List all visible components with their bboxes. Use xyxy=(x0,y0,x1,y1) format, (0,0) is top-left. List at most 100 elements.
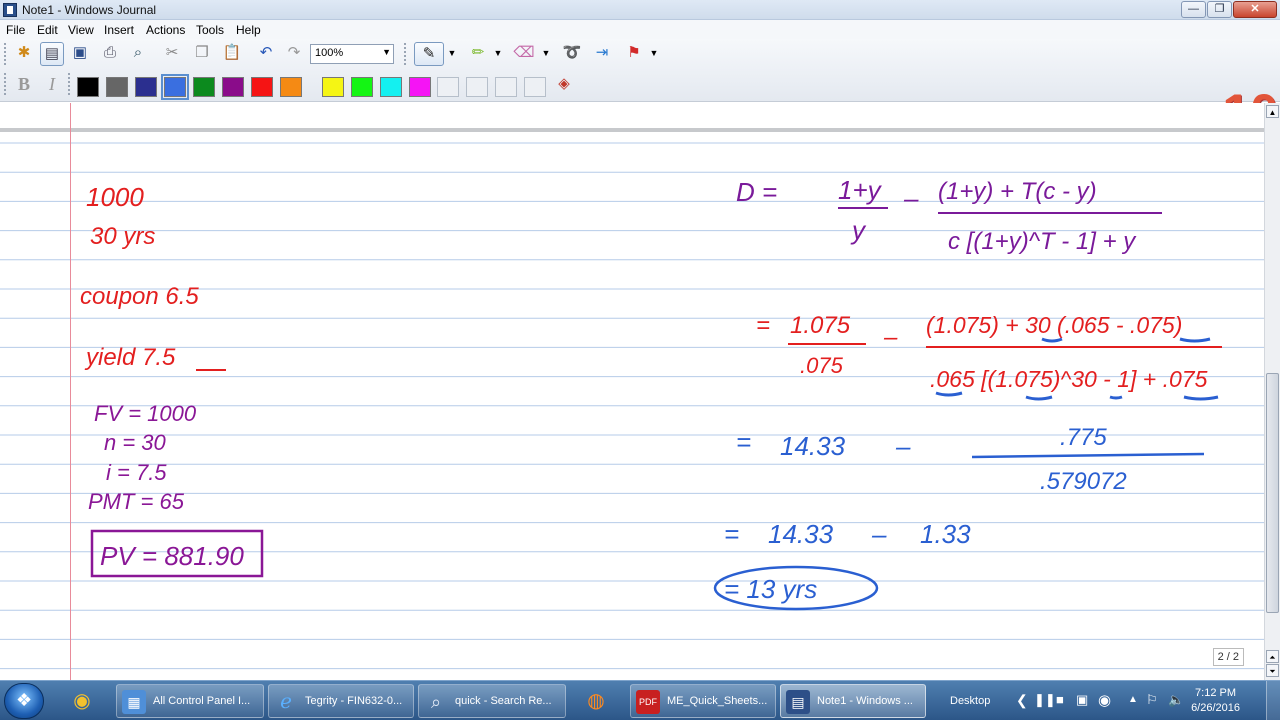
step1-minus: – xyxy=(883,324,898,351)
eraser-icon[interactable]: ⌫ xyxy=(512,42,536,66)
formula-term1-num: 1+y xyxy=(838,175,883,205)
color-swatch[interactable] xyxy=(351,77,373,97)
paste-icon[interactable]: 📋 xyxy=(220,42,244,66)
menu-file[interactable]: File xyxy=(6,23,25,37)
cut-icon[interactable]: ✂ xyxy=(160,42,184,66)
eraser-dropdown-icon[interactable]: ▼ xyxy=(540,42,552,66)
journal-page[interactable]: 1000 30 yrs coupon 6.5 yield 7.5 FV = 10… xyxy=(0,103,1264,680)
yield-note: yield 7.5 xyxy=(84,344,176,371)
step1-term2-num: (1.075) + 30 (.065 - .075) xyxy=(926,312,1182,338)
start-button[interactable] xyxy=(4,683,44,719)
chrome-icon[interactable]: ◉ xyxy=(62,684,102,718)
task-label: Note1 - Windows ... xyxy=(817,695,913,707)
save-icon[interactable]: ▣ xyxy=(68,42,92,66)
toolbar-grip[interactable] xyxy=(68,73,72,95)
custom-color-slot[interactable] xyxy=(466,77,488,97)
pv-note: PV = 881.90 xyxy=(100,541,244,571)
task-tegrity[interactable]: ℯ Tegrity - FIN632-0... xyxy=(268,684,414,718)
close-button[interactable]: ✕ xyxy=(1233,1,1277,18)
page-down-icon[interactable]: ⏷ xyxy=(1266,664,1279,677)
vertical-scrollbar[interactable]: ▲ ⏶ ⏷ xyxy=(1264,103,1280,680)
custom-color-slot[interactable] xyxy=(524,77,546,97)
color-swatch[interactable] xyxy=(280,77,302,97)
find-icon[interactable]: ⌕ xyxy=(126,42,150,66)
print-icon[interactable]: ⎙ xyxy=(98,42,122,66)
menu-bar: File Edit View Insert Actions Tools Help xyxy=(0,20,1280,39)
task-label: ME_Quick_Sheets... xyxy=(667,695,768,707)
pen-tool-icon[interactable]: ✎ xyxy=(414,42,444,66)
new-page-icon[interactable]: ▤ xyxy=(40,42,64,66)
formula-minus: – xyxy=(903,183,919,213)
highlighter-icon[interactable]: ✏ xyxy=(466,42,490,66)
color-swatch[interactable] xyxy=(409,77,431,97)
toolbar-grip[interactable] xyxy=(4,43,8,65)
custom-color-slot[interactable] xyxy=(495,77,517,97)
flag-dropdown-icon[interactable]: ▼ xyxy=(648,42,660,66)
menu-insert[interactable]: Insert xyxy=(104,23,134,37)
stop-icon[interactable]: ■ xyxy=(1056,692,1064,707)
window-title: Note1 - Windows Journal xyxy=(22,3,157,17)
color-swatch[interactable] xyxy=(380,77,402,97)
custom-color-slot[interactable] xyxy=(437,77,459,97)
handwriting-layer: 1000 30 yrs coupon 6.5 yield 7.5 FV = 10… xyxy=(80,175,1222,611)
menu-tools[interactable]: Tools xyxy=(196,23,224,37)
color-swatch[interactable] xyxy=(135,77,157,97)
minimize-button[interactable]: — xyxy=(1181,1,1206,18)
highlighter-dropdown-icon[interactable]: ▼ xyxy=(492,42,504,66)
step3-b: 1.33 xyxy=(920,519,971,549)
color-swatch[interactable] xyxy=(251,77,273,97)
color-swatch[interactable] xyxy=(161,74,189,100)
color-swatch[interactable] xyxy=(77,77,99,97)
tray-app-icon[interactable]: ▣ xyxy=(1076,692,1088,708)
firefox-icon[interactable]: ◍ xyxy=(576,684,616,718)
task-label: All Control Panel I... xyxy=(153,695,251,707)
task-journal[interactable]: ▤ Note1 - Windows ... xyxy=(780,684,926,718)
search-icon: ⌕ xyxy=(430,692,442,712)
desktop-toolbar-label[interactable]: Desktop xyxy=(950,695,990,707)
taskbar: ◉ ▦ All Control Panel I... ℯ Tegrity - F… xyxy=(0,680,1280,721)
zoom-value: 100% xyxy=(315,47,344,59)
color-swatch[interactable] xyxy=(222,77,244,97)
flag-icon[interactable]: ⚑ xyxy=(622,42,646,66)
menu-actions[interactable]: Actions xyxy=(146,23,185,37)
formula-term2-den: c [(1+y)^T - 1] + y xyxy=(948,228,1137,255)
record-icon[interactable]: ◉ xyxy=(1098,691,1111,709)
volume-icon[interactable]: 🔈 xyxy=(1168,692,1184,708)
pause-icon[interactable]: ❚❚ xyxy=(1034,692,1056,708)
back-arrow-icon[interactable]: ❮ xyxy=(1016,692,1028,709)
redo-icon[interactable]: ↷ xyxy=(282,42,306,66)
italic-button[interactable]: I xyxy=(40,73,64,97)
restore-button[interactable]: ❐ xyxy=(1207,1,1232,18)
toolbar-grip[interactable] xyxy=(404,43,408,65)
step3-minus: – xyxy=(871,519,887,549)
menu-edit[interactable]: Edit xyxy=(37,23,58,37)
action-center-flag-icon[interactable]: ⚐ xyxy=(1146,692,1158,708)
pen-dropdown-icon[interactable]: ▼ xyxy=(446,42,458,66)
undo-icon[interactable]: ↶ xyxy=(254,42,278,66)
task-control-panel[interactable]: ▦ All Control Panel I... xyxy=(116,684,264,718)
zoom-select[interactable]: 100% ▼ xyxy=(310,44,394,64)
task-quick-sheets[interactable]: PDF ME_Quick_Sheets... xyxy=(630,684,776,718)
color-swatch[interactable] xyxy=(322,77,344,97)
show-desktop-button[interactable] xyxy=(1266,681,1280,721)
toolbar-grip[interactable] xyxy=(4,73,8,95)
color-palette-icon[interactable]: ◈ xyxy=(552,73,576,97)
menu-help[interactable]: Help xyxy=(236,23,261,37)
show-hidden-icons-icon[interactable]: ▲ xyxy=(1128,694,1138,705)
n-note: n = 30 xyxy=(104,430,167,455)
bold-button[interactable]: B xyxy=(12,73,36,97)
menu-view[interactable]: View xyxy=(68,23,94,37)
insert-space-icon[interactable]: ⇥ xyxy=(590,42,614,66)
task-search[interactable]: ⌕ quick - Search Re... xyxy=(418,684,566,718)
scroll-thumb[interactable] xyxy=(1266,373,1279,613)
clock[interactable]: 7:12 PM 6/26/2016 xyxy=(1191,686,1240,716)
color-swatch[interactable] xyxy=(193,77,215,97)
lasso-icon[interactable]: ➰ xyxy=(560,42,584,66)
page-up-icon[interactable]: ⏶ xyxy=(1266,650,1279,663)
new-note-icon[interactable]: ✱ xyxy=(12,42,36,66)
formula-lhs: D = xyxy=(736,177,777,207)
scroll-up-icon[interactable]: ▲ xyxy=(1266,105,1279,118)
color-swatch[interactable] xyxy=(106,77,128,97)
copy-icon[interactable]: ❐ xyxy=(190,42,214,66)
step2-equals: = xyxy=(736,427,751,457)
